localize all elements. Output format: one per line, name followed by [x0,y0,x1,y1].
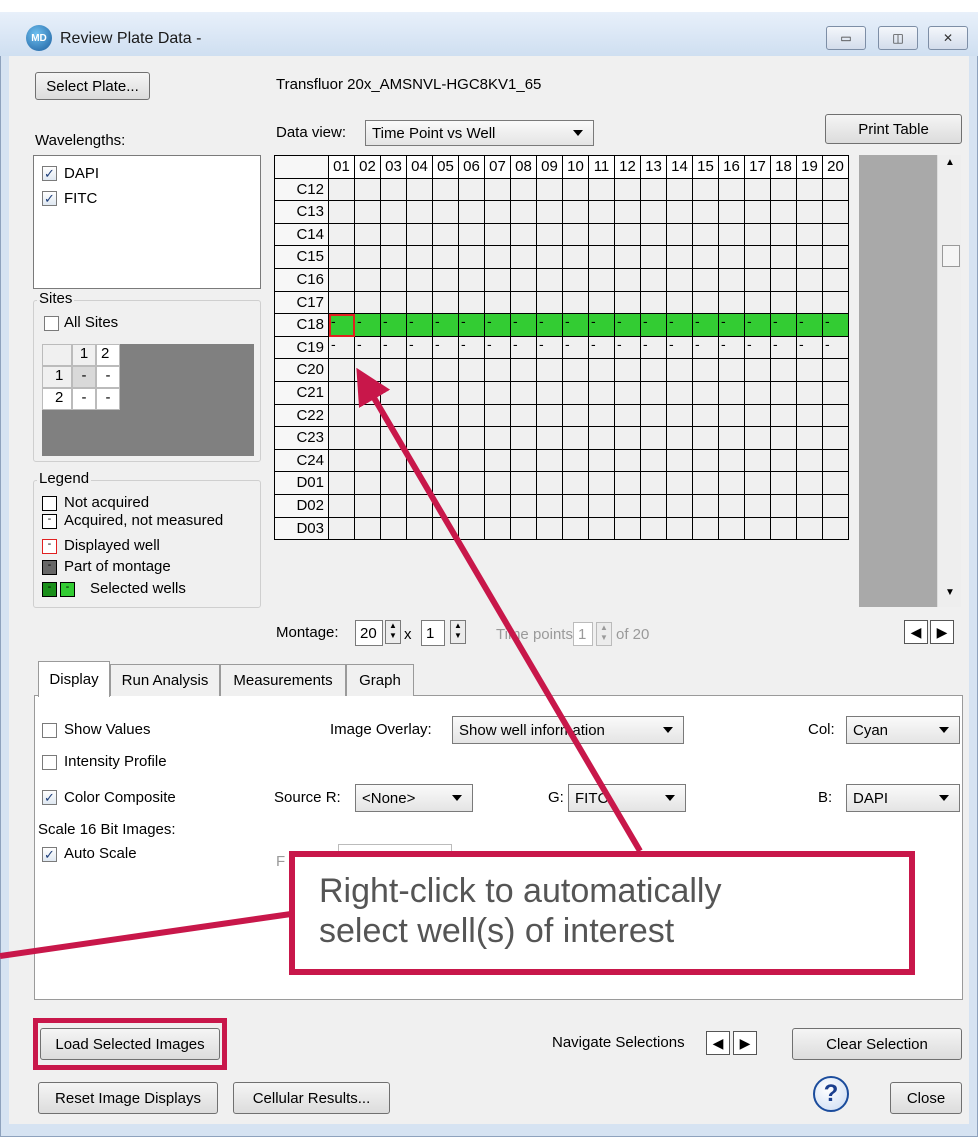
callout-line-to-button [0,911,292,959]
tab-display[interactable]: Display [38,661,110,697]
reset-image-displays-button[interactable]: Reset Image Displays [38,1082,218,1114]
close-button[interactable]: Close [890,1082,962,1114]
clear-selection-button[interactable]: Clear Selection [792,1028,962,1060]
load-button-highlight [33,1018,227,1070]
callout-arrow-to-grid [356,367,643,853]
cellular-results-button[interactable]: Cellular Results... [233,1082,390,1114]
right-arrow-icon: ▶ [739,1034,751,1051]
callout-box: Right-click to automatically select well… [289,851,915,975]
callout-line-2: select well(s) of interest [319,912,675,950]
callout-line-1: Right-click to automatically [319,872,722,910]
next-selection-button[interactable]: ▶ [733,1031,757,1055]
navigate-selections-label: Navigate Selections [552,1034,685,1051]
help-icon[interactable]: ? [813,1076,849,1112]
prev-selection-button[interactable]: ◀ [706,1031,730,1055]
left-arrow-icon: ◀ [712,1034,724,1051]
